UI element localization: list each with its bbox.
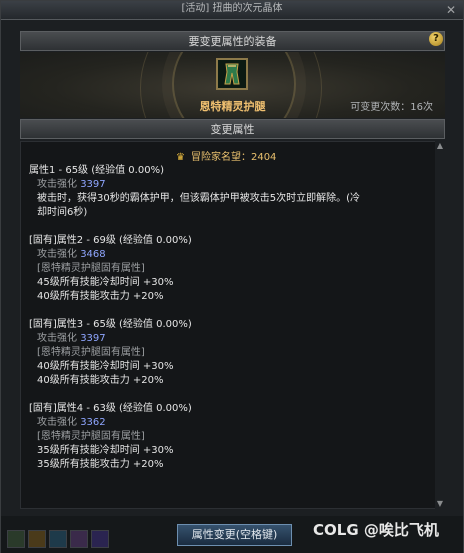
quick-slot-2[interactable]	[28, 530, 46, 548]
window-title: [活动] 扭曲的次元晶体	[181, 3, 283, 14]
attribute-change-button[interactable]: 属性变更(空格键)	[177, 524, 292, 546]
quick-slot-1[interactable]	[7, 530, 25, 548]
quick-slot-3[interactable]	[49, 530, 67, 548]
attribute-3-line-1: 40级所有技能冷却时间 +30%	[37, 361, 174, 372]
leg-armor-icon[interactable]	[216, 58, 248, 90]
attribute-3-title: [固有]属性3 - 65级 (经验值 0.00%)	[29, 319, 192, 330]
change-section-header: 变更属性	[20, 119, 445, 139]
attribute-1-enhance: 攻击强化 3397	[37, 175, 106, 190]
equip-section-title: 要变更属性的装备	[188, 35, 277, 48]
fame-line: ♛ 冒险家名望：2404	[176, 148, 276, 163]
attribute-3-inherent: [恩特精灵护腿固有属性]	[37, 347, 145, 358]
attribute-2-line-1: 45级所有技能冷却时间 +30%	[37, 277, 174, 288]
quick-slot-5[interactable]	[91, 530, 109, 548]
help-icon[interactable]: ?	[429, 32, 443, 46]
attribute-4-line-2: 35级所有技能攻击力 +20%	[37, 459, 164, 470]
change-section-title: 变更属性	[210, 123, 255, 136]
attribute-2-line-2: 40级所有技能攻击力 +20%	[37, 291, 164, 302]
attribute-4-inherent: [恩特精灵护腿固有属性]	[37, 431, 145, 442]
attribute-3-line-2: 40级所有技能攻击力 +20%	[37, 375, 164, 386]
scroll-up-icon[interactable]: ▲	[435, 141, 445, 151]
attribute-2-title: [固有]属性2 - 69级 (经验值 0.00%)	[29, 235, 192, 246]
window-titlebar[interactable]: [活动] 扭曲的次元晶体 ✕	[1, 1, 463, 20]
attribute-3-enhance: 攻击强化 3397	[37, 329, 106, 344]
attribute-4-enhance: 攻击强化 3362	[37, 413, 106, 428]
fame-text: 冒险家名望：2404	[190, 152, 277, 163]
crown-icon: ♛	[176, 152, 185, 163]
close-icon[interactable]: ✕	[443, 3, 459, 17]
watermark: COLG @唉比飞机	[313, 521, 439, 539]
equip-section-header: 要变更属性的装备	[20, 31, 445, 51]
quick-slot-4[interactable]	[70, 530, 88, 548]
attribute-4-title: [固有]属性4 - 63级 (经验值 0.00%)	[29, 403, 192, 414]
attribute-2-enhance: 攻击强化 3468	[37, 245, 106, 260]
remaining-changes: 可变更次数：16次	[350, 102, 433, 113]
attribute-1-desc-2: 却时间6秒)	[37, 207, 88, 218]
scrollbar[interactable]: ▲ ▼	[435, 141, 445, 509]
scroll-down-icon[interactable]: ▼	[435, 499, 445, 509]
attribute-change-window: [活动] 扭曲的次元晶体 ✕ 要变更属性的装备 ? 恩特精灵护腿 可变更次数：1…	[0, 0, 464, 553]
attribute-2-inherent: [恩特精灵护腿固有属性]	[37, 263, 145, 274]
attribute-1-desc-1: 被击时，获得30秒的霸体护甲，但该霸体护甲被攻击5次时立即解除。(冷	[37, 193, 360, 204]
attribute-4-line-1: 35级所有技能冷却时间 +30%	[37, 445, 174, 456]
attribute-1-title: 属性1 - 65级 (经验值 0.00%)	[29, 165, 164, 176]
equip-display-area: 恩特精灵护腿 可变更次数：16次	[20, 52, 445, 118]
